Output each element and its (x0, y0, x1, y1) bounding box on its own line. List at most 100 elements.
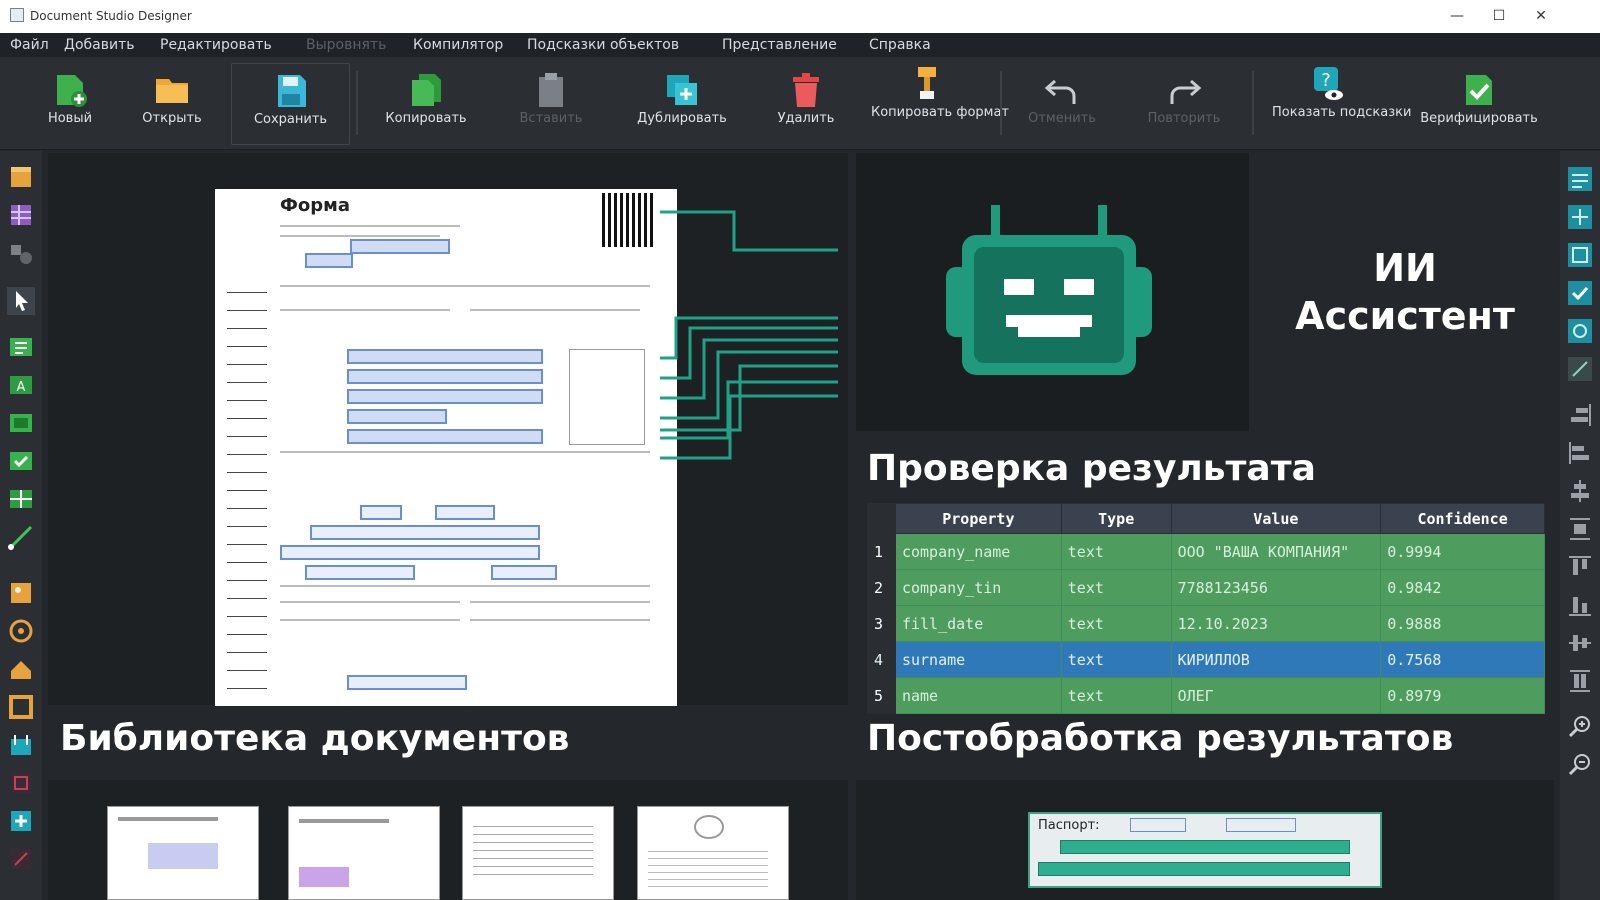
form-field-passport-series (360, 505, 402, 520)
app-icon (10, 8, 24, 22)
menu-add[interactable]: Добавить (64, 37, 134, 53)
zoom-in-icon[interactable] (1566, 713, 1594, 741)
menu-object-hints[interactable]: Подсказки объектов (527, 37, 679, 53)
cell-property[interactable]: fill_date (894, 605, 1062, 642)
undo-button[interactable]: Отменить (1016, 63, 1108, 145)
region-tool-icon[interactable] (7, 769, 35, 797)
table-header[interactable]: Confidence (1380, 503, 1545, 534)
menu-view[interactable]: Представление (722, 37, 837, 53)
duplicate-button[interactable]: Дублировать (622, 63, 742, 145)
cell-confidence[interactable]: 0.8979 (1380, 677, 1545, 714)
same-size-icon[interactable] (1566, 667, 1594, 695)
save-button[interactable]: Сохранить (231, 63, 350, 145)
form-page[interactable]: Форма (215, 189, 677, 706)
cell-value[interactable]: 7788123456 (1170, 569, 1382, 606)
properties-icon[interactable] (1566, 203, 1594, 231)
cell-type[interactable]: text (1060, 569, 1172, 606)
open-button[interactable]: Открыть (128, 63, 216, 145)
line-tool-icon[interactable] (7, 523, 35, 551)
minimize-button[interactable]: — (1441, 5, 1473, 27)
table-row[interactable]: 3 fill_date text 12.10.2023 0.9888 (867, 605, 1545, 642)
cell-property[interactable]: surname (894, 641, 1062, 678)
close-button[interactable]: ✕ (1525, 5, 1557, 27)
menu-align[interactable]: Выровнять (306, 37, 386, 53)
hints-panel-icon[interactable] (1566, 317, 1594, 345)
table-header[interactable]: Property (894, 503, 1062, 534)
stamp-tool-icon[interactable] (7, 655, 35, 683)
pointer-icon[interactable] (7, 287, 35, 315)
checkbox-tool-icon[interactable] (7, 447, 35, 475)
table-header[interactable]: Value (1170, 503, 1382, 534)
new-button[interactable]: Новый (28, 63, 112, 145)
script-icon[interactable] (1566, 355, 1594, 383)
copy-format-button[interactable]: Копировать формат (871, 63, 1009, 145)
anchor-tool-icon[interactable] (7, 807, 35, 835)
cell-type[interactable]: text (1060, 605, 1172, 642)
text-field-icon[interactable] (7, 333, 35, 361)
library-thumbnail[interactable] (288, 806, 440, 900)
library-thumbnail[interactable] (637, 806, 789, 900)
table-row[interactable]: 5 name text ОЛЕГ 0.8979 (867, 677, 1545, 714)
delete-button[interactable]: Удалить (760, 63, 852, 145)
verify-button[interactable]: Верифицировать (1405, 63, 1553, 145)
clipboard-icon (539, 73, 563, 107)
cell-property[interactable]: name (894, 677, 1062, 714)
show-hints-button[interactable]: ? Показать подсказки (1272, 63, 1411, 145)
validation-icon[interactable] (1566, 279, 1594, 307)
copy-button[interactable]: Копировать (372, 63, 480, 145)
paste-button[interactable]: Вставить (503, 63, 599, 145)
field-group-icon[interactable] (7, 409, 35, 437)
redo-button[interactable]: Повторить (1136, 63, 1232, 145)
align-right-icon[interactable] (1566, 401, 1594, 429)
table-row[interactable]: 1 company_name text ООО "ВАША КОМПАНИЯ" … (867, 533, 1545, 570)
result-table[interactable]: Property Type Value Confidence 1 company… (867, 503, 1545, 714)
table-row[interactable]: 2 company_tin text 7788123456 0.9842 (867, 569, 1545, 606)
cell-value[interactable]: ОЛЕГ (1170, 677, 1382, 714)
table-header-index (867, 503, 896, 534)
image-tool-icon[interactable] (7, 579, 35, 607)
menu-compiler[interactable]: Компилятор (413, 37, 503, 53)
layers-icon[interactable] (1566, 165, 1594, 193)
library-thumbnail[interactable] (107, 806, 259, 900)
cell-confidence[interactable]: 0.7568 (1380, 641, 1545, 678)
cell-type[interactable]: text (1060, 533, 1172, 570)
row-index: 3 (867, 605, 896, 642)
cell-type[interactable]: text (1060, 641, 1172, 678)
cell-property[interactable]: company_name (894, 533, 1062, 570)
postprocessing-preview[interactable]: Паспорт: (1028, 812, 1382, 888)
align-top-icon[interactable] (1566, 553, 1594, 581)
zoom-out-icon[interactable] (1566, 751, 1594, 779)
row-index: 5 (867, 677, 896, 714)
align-left-icon[interactable] (1566, 439, 1594, 467)
distribute-icon[interactable] (1566, 515, 1594, 543)
cell-confidence[interactable]: 0.9888 (1380, 605, 1545, 642)
barcode-tool-icon[interactable] (7, 617, 35, 645)
maximize-button[interactable]: ☐ (1483, 5, 1515, 27)
cell-confidence[interactable]: 0.9842 (1380, 569, 1545, 606)
cell-property[interactable]: company_tin (894, 569, 1062, 606)
structure-icon[interactable] (1566, 241, 1594, 269)
menu-help[interactable]: Справка (869, 37, 931, 53)
table-icon[interactable] (7, 201, 35, 229)
shapes-icon[interactable] (7, 239, 35, 267)
cell-value[interactable]: ООО "ВАША КОМПАНИЯ" (1170, 533, 1382, 570)
cell-type[interactable]: text (1060, 677, 1172, 714)
align-center-icon[interactable] (1566, 477, 1594, 505)
table-row-selected[interactable]: 4 surname text КИРИЛЛОВ 0.7568 (867, 641, 1545, 678)
align-bottom-icon[interactable] (1566, 591, 1594, 619)
grid-tool-icon[interactable] (7, 485, 35, 513)
menu-edit[interactable]: Редактировать (160, 37, 272, 53)
align-middle-icon[interactable] (1566, 629, 1594, 657)
table-header[interactable]: Type (1060, 503, 1172, 534)
frame-tool-icon[interactable] (7, 693, 35, 721)
library-thumbnail[interactable] (462, 806, 614, 900)
cell-value[interactable]: КИРИЛЛОВ (1170, 641, 1382, 678)
menu-file[interactable]: Файл (10, 37, 49, 53)
cut-tool-icon[interactable] (7, 731, 35, 759)
split-tool-icon[interactable] (7, 845, 35, 873)
cell-value[interactable]: 12.10.2023 (1170, 605, 1382, 642)
database-icon[interactable] (7, 163, 35, 191)
cell-confidence[interactable]: 0.9994 (1380, 533, 1545, 570)
label-icon[interactable]: A (7, 371, 35, 399)
row-index: 1 (867, 533, 896, 570)
